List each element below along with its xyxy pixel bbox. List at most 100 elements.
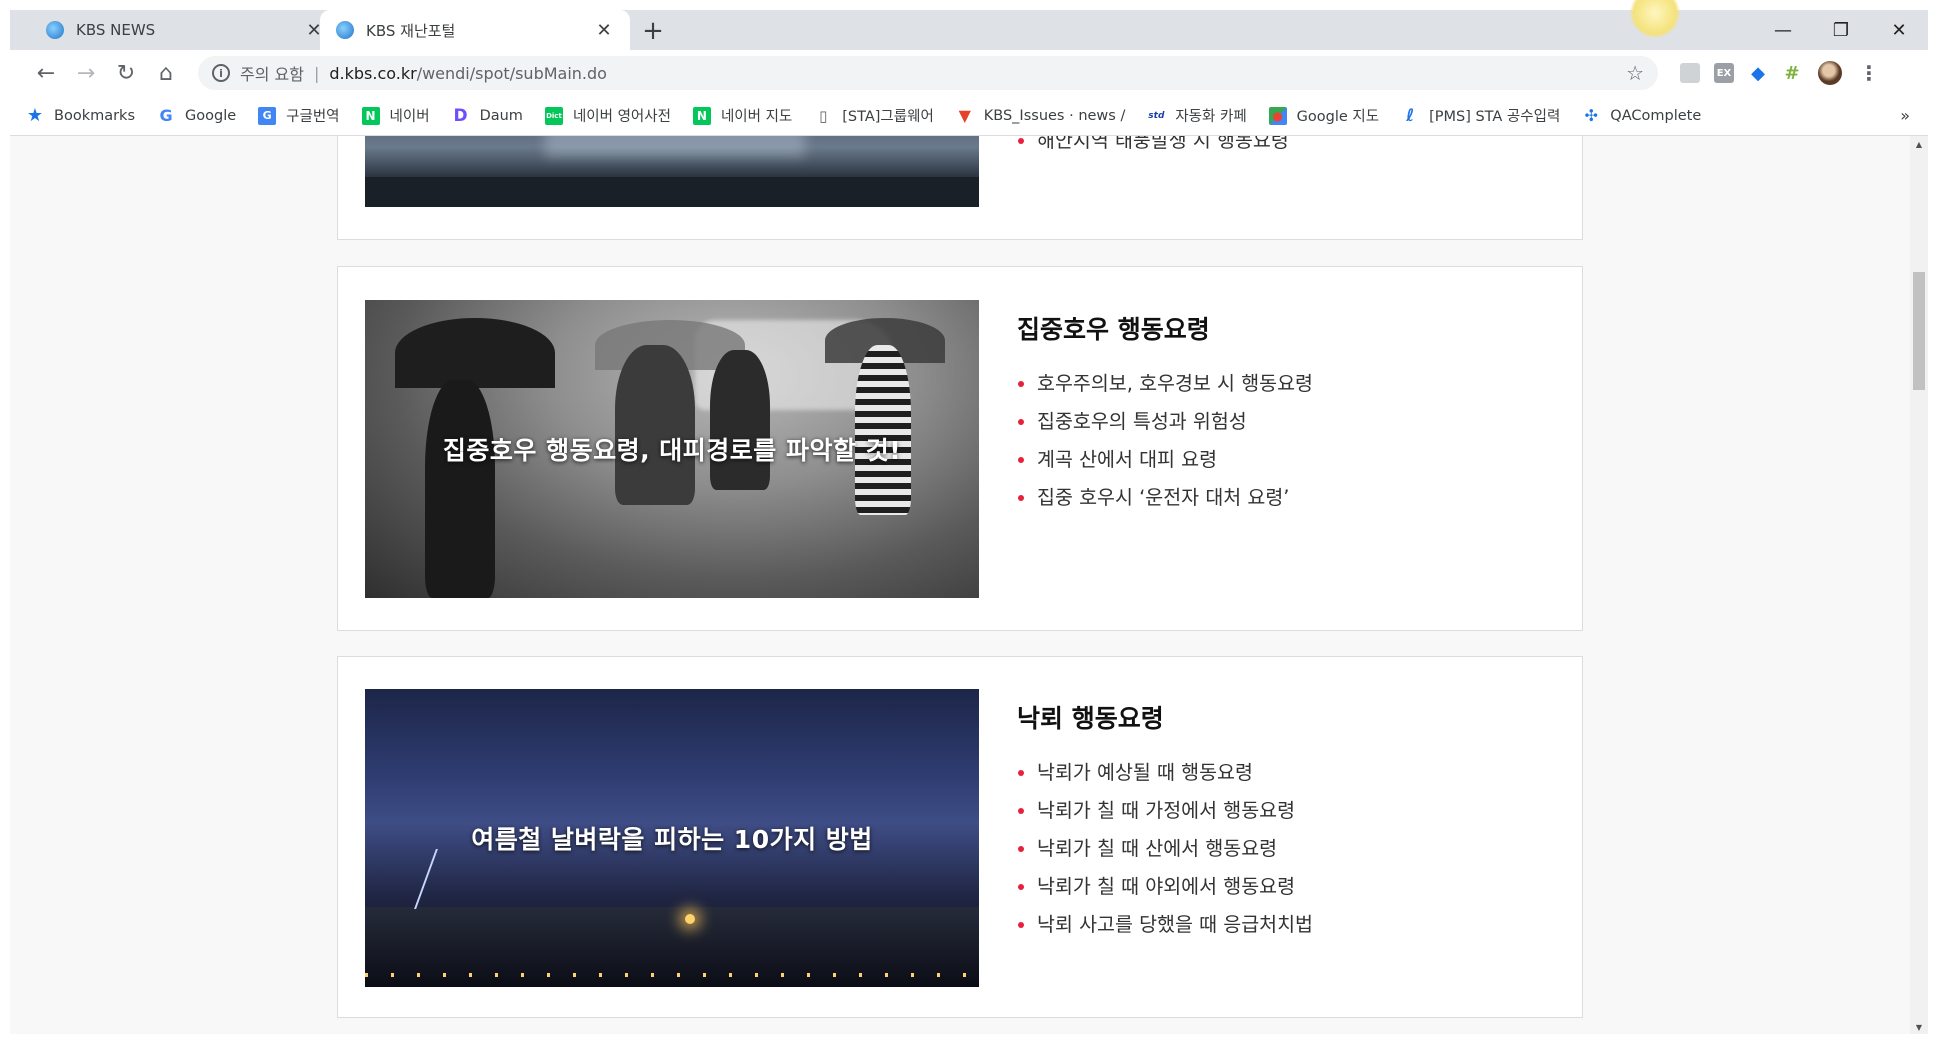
card-image-caption: 집중호우 행동요령, 대피경로를 파악할 것! bbox=[442, 436, 902, 465]
extension-diamond-icon[interactable]: ◆ bbox=[1748, 63, 1768, 84]
bookmark-label: [STA]그룹웨어 bbox=[842, 109, 934, 125]
address-separator: | bbox=[313, 63, 320, 83]
vertical-scrollbar[interactable]: ▲ ▼ bbox=[1910, 136, 1928, 1034]
new-tab-button[interactable]: + bbox=[638, 16, 668, 46]
guide-link[interactable]: 계곡 산에서 대피 요령 bbox=[1017, 441, 1313, 479]
bookmark-item[interactable]: ▼ KBS_Issues · news / bbox=[956, 106, 1126, 125]
guide-link-list: 낙뢰가 예상될 때 행동요령 낙뢰가 칠 때 가정에서 행동요령 낙뢰가 칠 때… bbox=[1017, 754, 1313, 944]
card-image[interactable] bbox=[365, 136, 979, 207]
image-city-lights bbox=[365, 973, 979, 977]
info-icon[interactable]: i bbox=[212, 64, 230, 82]
google-icon: G bbox=[159, 106, 173, 125]
bookmark-label: 네이버 지도 bbox=[720, 109, 793, 125]
home-button[interactable]: ⌂ bbox=[146, 53, 186, 93]
restore-button[interactable]: ❐ bbox=[1812, 10, 1870, 50]
image-lightning-bolt bbox=[414, 849, 456, 909]
guide-link[interactable]: 집중 호우시 ‘운전자 대처 요령’ bbox=[1017, 479, 1313, 517]
maps-icon: ● bbox=[1268, 106, 1287, 125]
bookmark-item[interactable]: ▯ [STA]그룹웨어 bbox=[814, 105, 934, 126]
bookmark-item[interactable]: std 자동화 카페 bbox=[1147, 105, 1246, 126]
bookmark-item[interactable]: ✣ QAComplete bbox=[1582, 106, 1702, 125]
bookmark-label: Google bbox=[185, 107, 237, 124]
dict-icon: Dict bbox=[544, 106, 563, 125]
window-bottom-edge bbox=[10, 1034, 1928, 1048]
extension-ex-icon[interactable]: EX bbox=[1714, 63, 1734, 83]
reload-button[interactable]: ↻ bbox=[106, 53, 146, 93]
card-image[interactable]: 집중호우 행동요령, 대피경로를 파악할 것! bbox=[365, 300, 979, 598]
browser-chrome: KBS NEWS ✕ KBS 재난포털 ✕ + — ❐ ✕ ← → ↻ ⌂ i … bbox=[10, 0, 1928, 136]
tab-kbs-news[interactable]: KBS NEWS ✕ bbox=[30, 10, 340, 50]
scroll-up-arrow-icon[interactable]: ▲ bbox=[1910, 140, 1928, 149]
bookmark-label: KBS_Issues · news / bbox=[983, 107, 1126, 124]
guide-link[interactable]: 낙뢰가 칠 때 야외에서 행동요령 bbox=[1017, 868, 1313, 906]
card-title[interactable]: 집중호우 행동요령 bbox=[1017, 310, 1210, 346]
close-window-button[interactable]: ✕ bbox=[1870, 10, 1928, 50]
bookmark-item[interactable]: N 네이버 bbox=[361, 105, 430, 126]
guide-link[interactable]: 낙뢰 사고를 당했을 때 응급처치법 bbox=[1017, 906, 1313, 944]
image-street-light bbox=[685, 914, 695, 924]
bookmark-item[interactable]: G 구글번역 bbox=[258, 105, 340, 126]
image-person bbox=[855, 345, 911, 515]
bookmark-label: Daum bbox=[479, 107, 523, 124]
bookmark-item[interactable]: N 네이버 지도 bbox=[692, 105, 793, 126]
url-host: d.kbs.co.kr bbox=[329, 63, 417, 83]
bookmark-item[interactable]: ★ Bookmarks bbox=[26, 105, 136, 126]
daum-icon: D bbox=[453, 105, 468, 126]
bookmarks-overflow-button[interactable]: » bbox=[1900, 106, 1910, 125]
guide-link[interactable]: 낙뢰가 칠 때 가정에서 행동요령 bbox=[1017, 792, 1313, 830]
url-path: /wendi/spot/subMain.do bbox=[416, 63, 607, 83]
bookmark-item[interactable]: D Daum bbox=[452, 105, 523, 126]
tab-title: KBS 재난포털 bbox=[366, 21, 456, 40]
image-person bbox=[425, 380, 495, 598]
page-viewport: 해안지역 태풍발생 시 행동요령 집중호우 행동요령, 대피경로를 파악할 것!… bbox=[10, 136, 1910, 1034]
guide-link[interactable]: 집중호우의 특성과 위험성 bbox=[1017, 403, 1313, 441]
image-person bbox=[615, 345, 695, 505]
bookmark-label: QAComplete bbox=[1610, 107, 1702, 124]
guide-card-lightning: 여름철 날벼락을 피하는 10가지 방법 낙뢰 행동요령 낙뢰가 예상될 때 행… bbox=[337, 656, 1583, 1018]
bookmark-item[interactable]: ℓ [PMS] STA 공수입력 bbox=[1401, 105, 1560, 126]
guide-card-typhoon: 해안지역 태풍발생 시 행동요령 bbox=[337, 136, 1583, 240]
bookmark-item[interactable]: Dict 네이버 영어사전 bbox=[544, 105, 671, 126]
card-title[interactable]: 낙뢰 행동요령 bbox=[1017, 699, 1164, 735]
kbs-favicon-icon bbox=[46, 21, 64, 39]
pms-icon: ℓ bbox=[1406, 105, 1415, 126]
image-person bbox=[710, 350, 770, 490]
extension-icons: EX ◆ # bbox=[1680, 63, 1802, 84]
guide-card-heavy-rain: 집중호우 행동요령, 대피경로를 파악할 것! 집중호우 행동요령 호우주의보,… bbox=[337, 266, 1583, 631]
bookmark-label: Bookmarks bbox=[54, 107, 136, 124]
guide-link-list: 호우주의보, 호우경보 시 행동요령 집중호우의 특성과 위험성 계곡 산에서 … bbox=[1017, 365, 1313, 517]
bookmark-item[interactable]: G Google bbox=[157, 106, 237, 125]
browser-toolbar: ← → ↻ ⌂ i 주의 요함 | d.kbs.co.kr /wendi/spo… bbox=[10, 50, 1928, 96]
guide-link-list: 해안지역 태풍발생 시 행동요령 bbox=[1017, 136, 1289, 160]
address-bar[interactable]: i 주의 요함 | d.kbs.co.kr /wendi/spot/subMai… bbox=[198, 56, 1658, 90]
bookmark-item[interactable]: ● Google 지도 bbox=[1268, 105, 1380, 126]
scroll-down-arrow-icon[interactable]: ▼ bbox=[1910, 1023, 1928, 1032]
extension-ladder-icon[interactable]: # bbox=[1782, 63, 1802, 84]
gitlab-icon: ▼ bbox=[958, 106, 971, 125]
scrollbar-thumb[interactable] bbox=[1913, 272, 1925, 390]
bookmark-label: 자동화 카페 bbox=[1175, 109, 1247, 125]
minimize-button[interactable]: — bbox=[1754, 10, 1812, 50]
image-shadow bbox=[365, 177, 979, 207]
decorative-sun bbox=[1630, 0, 1680, 38]
close-tab-icon[interactable]: ✕ bbox=[594, 20, 614, 41]
guide-link[interactable]: 호우주의보, 호우경보 시 행동요령 bbox=[1017, 365, 1313, 403]
tab-kbs-disaster-portal[interactable]: KBS 재난포털 ✕ bbox=[320, 10, 630, 50]
card-image[interactable]: 여름철 날벼락을 피하는 10가지 방법 bbox=[365, 689, 979, 987]
guide-link[interactable]: 낙뢰가 칠 때 산에서 행동요령 bbox=[1017, 830, 1313, 868]
bookmark-label: Google 지도 bbox=[1296, 109, 1380, 125]
bookmark-label: 네이버 영어사전 bbox=[572, 109, 671, 125]
back-button[interactable]: ← bbox=[26, 53, 66, 93]
bookmark-star-icon[interactable]: ☆ bbox=[1626, 61, 1644, 85]
image-umbrella bbox=[395, 318, 555, 388]
profile-avatar[interactable] bbox=[1818, 61, 1842, 85]
bookmark-label: 네이버 bbox=[389, 109, 430, 125]
guide-link[interactable]: 해안지역 태풍발생 시 행동요령 bbox=[1017, 136, 1289, 160]
security-label: 주의 요함 bbox=[240, 65, 304, 84]
extension-icon[interactable] bbox=[1680, 63, 1700, 83]
star-icon: ★ bbox=[26, 105, 44, 126]
menu-dots-icon[interactable]: ⋮ bbox=[1854, 61, 1884, 85]
forward-button[interactable]: → bbox=[66, 53, 106, 93]
guide-link[interactable]: 낙뢰가 예상될 때 행동요령 bbox=[1017, 754, 1313, 792]
tab-strip: KBS NEWS ✕ KBS 재난포털 ✕ + — ❐ ✕ bbox=[10, 0, 1928, 50]
